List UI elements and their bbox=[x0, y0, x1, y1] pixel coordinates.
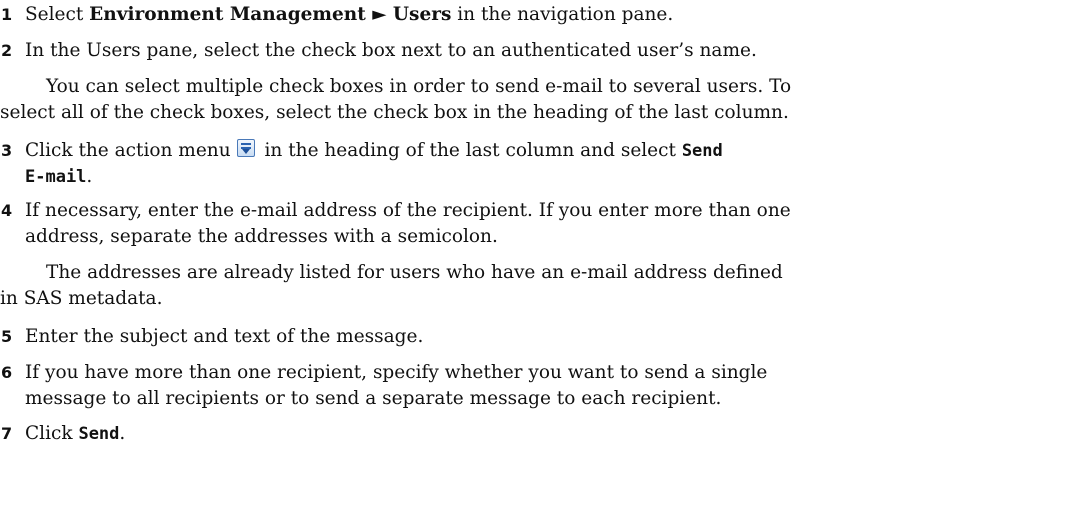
step-number: 1 bbox=[1, 5, 13, 24]
step-2-note-line2: select all of the check boxes, select th… bbox=[0, 102, 789, 123]
step-number: 5 bbox=[1, 327, 13, 346]
step-4-note-line2: in SAS metadata. bbox=[0, 288, 163, 309]
step-number: 4 bbox=[1, 201, 13, 220]
menu-path-arrow: ► bbox=[365, 4, 393, 25]
procedure-page: 1 Select Environment Management ► Users … bbox=[0, 0, 1072, 521]
step-text: Enter the subject and text of the messag… bbox=[25, 326, 424, 347]
step-text: Select Environment Management ► Users in… bbox=[25, 4, 674, 25]
menu-path-users: Users bbox=[392, 4, 452, 25]
step-text: If you have more than one recipient, spe… bbox=[25, 362, 768, 409]
menu-path-environment-management: Environment Management bbox=[89, 4, 366, 25]
step-number: 6 bbox=[1, 363, 13, 382]
step-number: 7 bbox=[1, 424, 13, 443]
send-email-command: Send bbox=[681, 141, 723, 161]
step-number: 3 bbox=[1, 141, 13, 160]
action-menu-icon bbox=[236, 139, 255, 157]
step-2-note: You can select multiple check boxes in o… bbox=[46, 76, 792, 97]
send-command: Send bbox=[78, 424, 120, 444]
step-4-note: The addresses are already listed for use… bbox=[46, 262, 783, 283]
step-text: If necessary, enter the e-mail address o… bbox=[25, 200, 791, 247]
step-text: In the Users pane, select the check box … bbox=[25, 40, 757, 61]
step-number: 2 bbox=[1, 41, 13, 60]
send-email-command-cont: E-mail bbox=[25, 167, 87, 187]
step-text: Click the action menu in the heading of … bbox=[25, 139, 723, 187]
step-text: Click Send. bbox=[25, 423, 126, 444]
